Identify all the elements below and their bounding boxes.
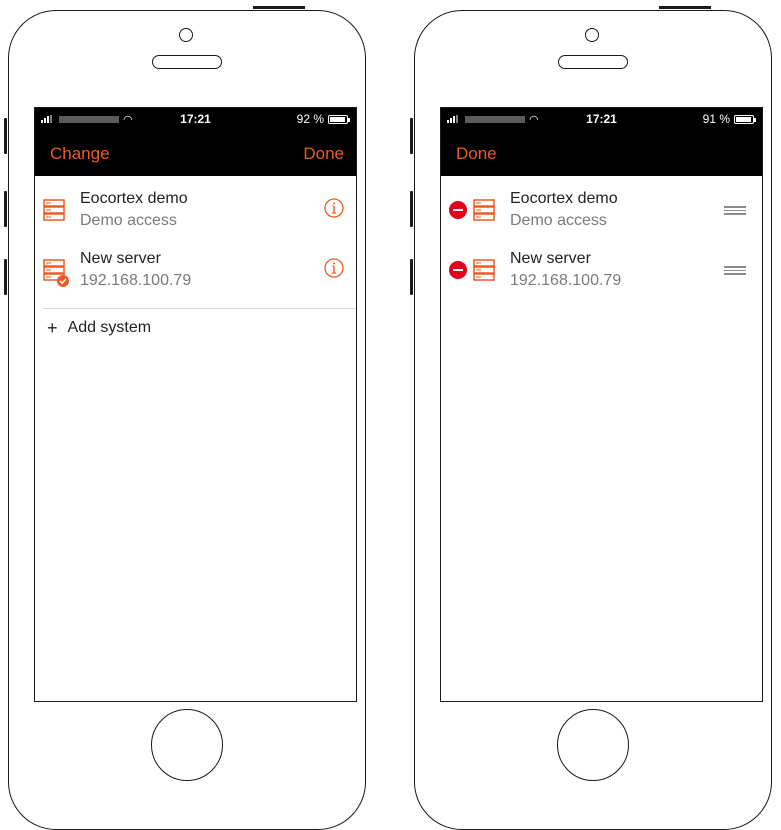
server-icon — [43, 259, 69, 287]
phone-frame-right: ◠ 17:21 91 % Done Eocortex demo Demo acc… — [410, 6, 772, 830]
battery-indicator: 91 % — [702, 112, 756, 126]
battery-percent: 92 % — [296, 112, 324, 126]
earpiece-speaker — [152, 55, 222, 69]
done-button[interactable]: Done — [456, 144, 497, 164]
server-name: New server — [80, 250, 161, 267]
volume-up-button — [4, 191, 7, 227]
server-list: Eocortex demo Demo access New server 192… — [35, 176, 356, 347]
volume-up-button — [410, 191, 413, 227]
screen: ◠ 17:21 91 % Done Eocortex demo Demo acc… — [440, 107, 763, 702]
delete-icon[interactable] — [449, 201, 467, 219]
list-item-server[interactable]: Eocortex demo Demo access — [441, 180, 762, 240]
power-button — [253, 6, 305, 9]
info-icon[interactable] — [324, 258, 344, 278]
front-camera — [585, 28, 599, 42]
drag-handle-icon[interactable] — [724, 206, 746, 215]
list-item-server[interactable]: Eocortex demo Demo access — [35, 180, 356, 240]
volume-down-button — [4, 259, 7, 295]
mute-switch — [4, 118, 7, 154]
home-button — [151, 709, 223, 781]
server-name: Eocortex demo — [80, 190, 188, 207]
navigation-bar: Done — [441, 130, 762, 176]
status-bar: ◠ 17:21 92 % — [35, 108, 356, 130]
add-system-label: Add system — [67, 319, 152, 336]
drag-handle-icon[interactable] — [724, 266, 746, 275]
battery-indicator: 92 % — [296, 112, 350, 126]
battery-icon — [328, 114, 350, 124]
status-bar: ◠ 17:21 91 % — [441, 108, 762, 130]
power-button — [659, 6, 711, 9]
volume-down-button — [410, 259, 413, 295]
add-system-button[interactable]: + Add system — [35, 309, 356, 347]
done-button[interactable]: Done — [303, 144, 344, 164]
screen: ◠ 17:21 92 % Change Done Eocortex demo D… — [34, 107, 357, 702]
front-camera — [179, 28, 193, 42]
server-address: Demo access — [80, 212, 177, 229]
delete-icon[interactable] — [449, 261, 467, 279]
connected-check-icon — [57, 275, 69, 287]
home-button — [557, 709, 629, 781]
mute-switch — [410, 118, 413, 154]
server-icon — [43, 199, 65, 221]
battery-percent: 91 % — [702, 112, 730, 126]
server-address: 192.168.100.79 — [80, 272, 192, 289]
server-icon — [473, 259, 495, 281]
change-button[interactable]: Change — [50, 144, 110, 164]
server-list: Eocortex demo Demo access New server 192… — [441, 176, 762, 300]
plus-icon: + — [47, 317, 58, 338]
info-icon[interactable] — [324, 198, 344, 218]
battery-icon — [734, 114, 756, 124]
phone-frame-left: ◠ 17:21 92 % Change Done Eocortex demo D… — [4, 6, 366, 830]
navigation-bar: Change Done — [35, 130, 356, 176]
list-item-server[interactable]: New server 192.168.100.79 — [441, 240, 762, 300]
list-item-server[interactable]: New server 192.168.100.79 — [35, 240, 356, 300]
earpiece-speaker — [558, 55, 628, 69]
server-icon — [473, 199, 495, 221]
